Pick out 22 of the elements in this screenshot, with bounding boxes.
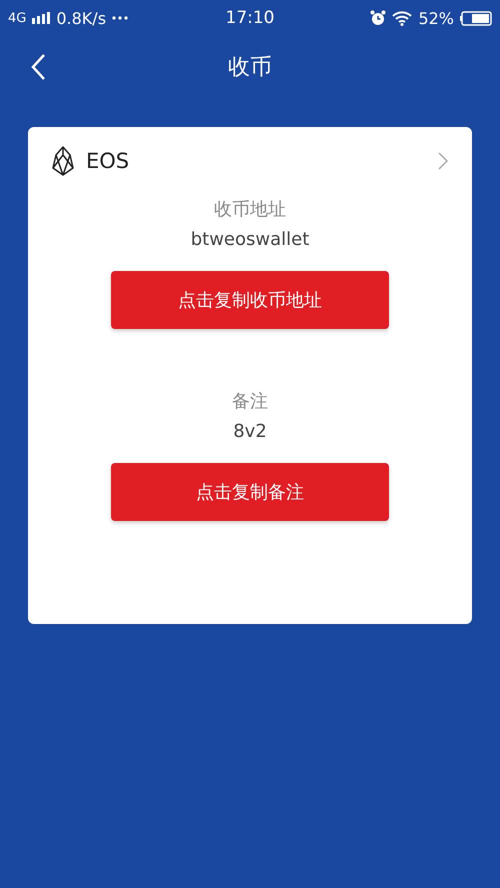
network-type: 4G [8, 10, 26, 26]
more-icon [112, 16, 128, 20]
eos-logo-icon [52, 146, 74, 176]
field-label: 收币地址 [214, 198, 286, 222]
wifi-icon [392, 10, 412, 26]
copy-button[interactable]: 点击复制备注 [111, 463, 389, 521]
clock-time: 17:10 [226, 8, 274, 28]
network-speed: 0.8K/s [56, 8, 106, 28]
copy-button[interactable]: 点击复制收币地址 [111, 271, 389, 329]
field-value: 8v2 [233, 420, 267, 444]
signal-icon [32, 12, 50, 24]
field-value: btweoswallet [190, 228, 310, 252]
battery-percent: 52% [418, 8, 454, 28]
back-icon [30, 53, 46, 81]
coin-name: EOS [86, 149, 130, 173]
page-title: 收币 [228, 54, 272, 82]
alarm-icon [370, 10, 386, 26]
chevron-right-icon [438, 152, 448, 170]
coin-row[interactable]: EOS [28, 127, 472, 195]
battery-icon [460, 10, 492, 26]
field-label: 备注 [232, 390, 268, 414]
back-button[interactable] [30, 53, 46, 81]
